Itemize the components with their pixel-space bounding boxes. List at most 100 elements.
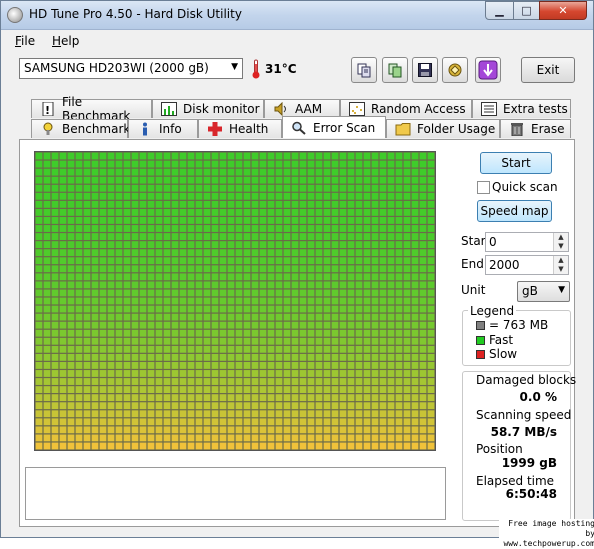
scan-block xyxy=(395,152,403,160)
scan-block xyxy=(419,208,427,216)
maximize-button[interactable]: □ xyxy=(513,1,540,20)
scan-block xyxy=(363,152,371,160)
scan-block xyxy=(251,329,259,337)
scan-block xyxy=(331,192,339,200)
scan-block xyxy=(83,297,91,305)
tab-erase[interactable]: Erase xyxy=(500,119,571,138)
legend-block-swatch xyxy=(476,321,485,330)
scan-block xyxy=(371,321,379,329)
scan-block xyxy=(75,225,83,232)
tab-info[interactable]: Info xyxy=(128,119,198,138)
tab-disk-monitor[interactable]: Disk monitor xyxy=(152,99,264,118)
speed-map-button[interactable]: Speed map xyxy=(477,200,552,222)
tab-extra-tests[interactable]: Extra tests xyxy=(472,99,571,118)
scan-block xyxy=(67,208,75,216)
scan-block xyxy=(59,192,67,200)
copy-button[interactable] xyxy=(351,57,377,83)
spin-down-icon[interactable]: ▼ xyxy=(553,242,568,251)
scan-block xyxy=(387,329,395,337)
scan-block xyxy=(419,386,427,394)
elapsed-time-label: Elapsed time xyxy=(476,474,555,488)
screenshot-button[interactable] xyxy=(442,57,468,83)
scan-block xyxy=(419,329,427,337)
menu-file[interactable]: File xyxy=(15,34,35,48)
scan-block xyxy=(243,329,251,337)
scan-block xyxy=(99,208,107,216)
scan-block xyxy=(187,225,195,232)
scan-block xyxy=(299,321,307,329)
scan-block xyxy=(291,184,299,192)
end-field[interactable]: 2000 ▲ ▼ xyxy=(485,255,569,275)
scan-block xyxy=(275,176,283,184)
scan-block xyxy=(395,442,403,450)
quick-scan-checkbox[interactable] xyxy=(477,181,490,194)
menu-help[interactable]: Help xyxy=(52,34,79,48)
scan-block xyxy=(427,208,435,216)
scan-block xyxy=(83,321,91,329)
start-button[interactable]: Start xyxy=(480,152,552,174)
scan-block xyxy=(275,313,283,321)
scan-block xyxy=(339,241,347,249)
scan-block xyxy=(99,192,107,200)
scan-block xyxy=(371,353,379,361)
exit-button[interactable]: Exit xyxy=(521,57,575,83)
options-button[interactable] xyxy=(475,57,501,83)
scan-block xyxy=(323,305,331,313)
scan-block xyxy=(131,394,139,402)
scan-block xyxy=(171,329,179,337)
scan-block xyxy=(379,281,387,289)
spin-up-icon[interactable]: ▲ xyxy=(553,256,568,265)
scan-block xyxy=(99,233,107,240)
scan-block xyxy=(195,152,203,160)
scan-block xyxy=(107,152,115,160)
scan-block xyxy=(75,200,83,208)
scan-block xyxy=(227,225,235,232)
scan-block xyxy=(283,192,291,200)
scan-block xyxy=(171,257,179,265)
close-button[interactable]: ✕ xyxy=(539,1,587,20)
scan-block xyxy=(83,426,91,434)
tab-file-benchmark[interactable]: ! File Benchmark xyxy=(31,95,152,123)
scan-block xyxy=(299,208,307,216)
scan-block xyxy=(251,418,259,426)
scan-block xyxy=(43,386,51,394)
tab-error-scan[interactable]: Error Scan xyxy=(282,116,386,138)
scan-block xyxy=(139,418,147,426)
scan-block xyxy=(259,160,267,168)
scan-block xyxy=(107,402,115,410)
spin-up-icon[interactable]: ▲ xyxy=(553,233,568,242)
scan-block xyxy=(171,168,179,176)
unit-select[interactable]: gB ▼ xyxy=(517,281,570,302)
scan-block xyxy=(355,305,363,313)
scan-block xyxy=(307,265,315,273)
scan-block xyxy=(275,370,283,377)
tab-health[interactable]: Health xyxy=(198,119,282,138)
scan-block xyxy=(91,217,99,224)
tab-benchmark[interactable]: Benchmark xyxy=(31,119,130,138)
spin-down-icon[interactable]: ▼ xyxy=(553,265,568,274)
scan-block xyxy=(91,289,99,297)
minimize-button[interactable]: ▁ xyxy=(485,1,514,20)
scan-block xyxy=(363,160,371,168)
scan-block xyxy=(83,225,91,232)
scan-block xyxy=(355,281,363,289)
scan-block xyxy=(379,345,387,353)
drive-select[interactable]: SAMSUNG HD203WI (2000 gB) ▼ xyxy=(19,58,243,79)
scan-block xyxy=(83,160,91,168)
scan-block xyxy=(355,378,363,385)
tab-folder-usage[interactable]: Folder Usage xyxy=(386,119,500,138)
copy-all-button[interactable] xyxy=(382,57,408,83)
scan-block xyxy=(419,192,427,200)
start-field[interactable]: 0 ▲ ▼ xyxy=(485,232,569,252)
scan-block xyxy=(99,321,107,329)
scan-block xyxy=(67,378,75,385)
scan-block xyxy=(115,208,123,216)
scan-block xyxy=(419,345,427,353)
scan-block xyxy=(123,410,131,418)
save-button[interactable] xyxy=(412,57,438,83)
scan-block xyxy=(203,200,211,208)
scan-block xyxy=(251,289,259,297)
scan-block xyxy=(331,378,339,385)
scan-block xyxy=(139,281,147,289)
scan-block xyxy=(115,337,123,345)
